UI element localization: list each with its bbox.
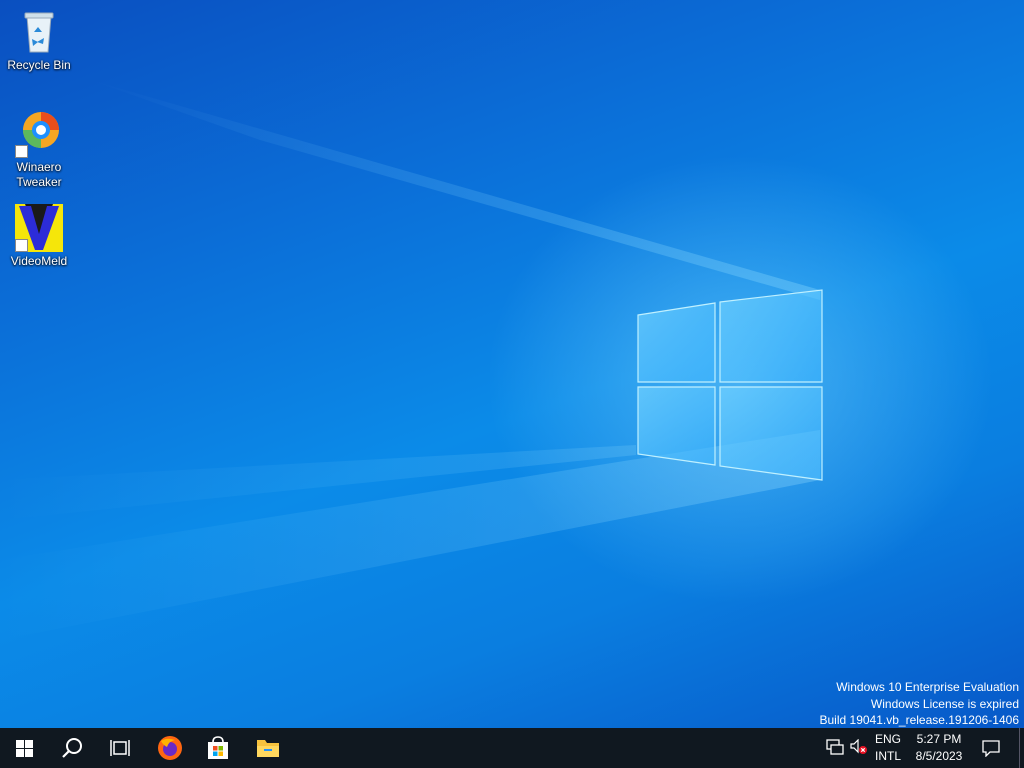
windows-start-icon — [15, 739, 33, 757]
windows-logo-wallpaper — [637, 289, 823, 481]
network-icon — [826, 739, 844, 755]
taskbar-file-explorer[interactable] — [244, 728, 292, 768]
search-icon — [62, 738, 82, 758]
watermark-edition: Windows 10 Enterprise Evaluation — [836, 680, 1019, 694]
search-button[interactable] — [48, 728, 96, 768]
desktop-icon-label: Recycle Bin — [7, 58, 71, 72]
show-desktop-button[interactable] — [1019, 728, 1020, 768]
desktop-icon-videomeld[interactable]: VideoMeld — [2, 204, 76, 269]
tray-clock[interactable]: 5:27 PM 8/5/2023 — [908, 731, 970, 765]
action-center-button[interactable] — [982, 739, 1000, 762]
wallpaper-light-beams — [0, 80, 820, 640]
tray-network[interactable] — [826, 739, 844, 760]
tray-language[interactable]: ENG INTL — [870, 731, 906, 765]
desktop-wallpaper — [0, 0, 1024, 728]
taskbar-microsoft-store[interactable] — [194, 728, 242, 768]
desktop-icon-recycle-bin[interactable]: Recycle Bin — [2, 8, 76, 73]
winaero-tweaker-icon — [15, 110, 63, 158]
videomeld-icon — [15, 204, 63, 252]
clock-time: 5:27 PM — [916, 732, 962, 746]
desktop-icon-label: Winaero Tweaker — [16, 160, 62, 189]
tray-volume[interactable] — [850, 738, 868, 760]
start-button[interactable] — [0, 728, 48, 768]
desktop-icon-winaero-tweaker[interactable]: Winaero Tweaker — [2, 110, 76, 190]
shortcut-arrow-icon — [15, 145, 28, 158]
language-code: ENG — [874, 732, 901, 746]
task-view-button[interactable] — [96, 728, 144, 768]
watermark-license-status: Windows License is expired — [870, 696, 1019, 711]
watermark-build: Build 19041.vb_release.191206-1406 — [819, 713, 1020, 727]
shortcut-arrow-icon — [15, 239, 28, 252]
volume-muted-icon — [850, 738, 867, 754]
license-watermark: Windows 10 Enterprise Evaluation Windows… — [820, 679, 1020, 729]
clock-date: 8/5/2023 — [915, 749, 963, 763]
action-center-icon — [982, 740, 1000, 758]
recycle-bin-icon — [15, 8, 63, 56]
folder-icon — [257, 740, 279, 757]
task-view-icon — [110, 740, 130, 756]
firefox-icon — [158, 736, 182, 760]
taskbar: ENG INTL 5:27 PM 8/5/2023 — [0, 728, 1024, 768]
keyboard-layout: INTL — [874, 749, 901, 763]
taskbar-firefox[interactable] — [146, 728, 194, 768]
store-icon — [208, 736, 228, 759]
desktop-icon-label: VideoMeld — [10, 254, 68, 268]
